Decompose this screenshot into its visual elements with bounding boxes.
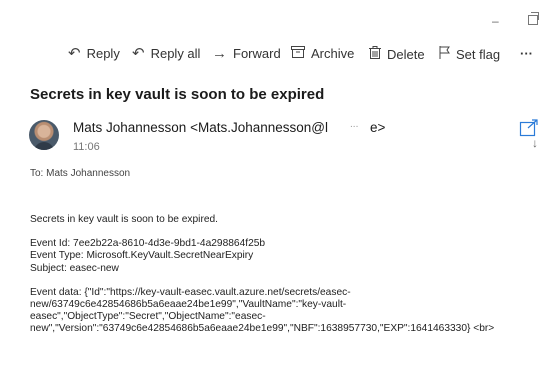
avatar[interactable] [29,120,59,150]
restore-button[interactable] [528,12,539,28]
minimize-button[interactable]: – [492,14,499,28]
redaction-dots: ... [350,119,359,130]
sender-email-suffix: e> [370,120,386,135]
reply-button[interactable]: ↶ Reply [68,46,120,61]
reply-all-button[interactable]: ↶ Reply all [132,46,200,61]
archive-label: Archive [311,46,355,61]
more-icon: ··· [520,46,533,61]
sender-email-prefix: <Mats.Johannesson@l [190,120,329,135]
sender[interactable]: Mats Johannesson <Mats.Johannesson@l... e… [73,119,386,135]
reply-label: Reply [86,46,120,61]
message-toolbar: ↶ Reply ↶ Reply all → Forward Archive De… [0,46,555,66]
to-label: To: [30,168,44,179]
arrow-down-icon[interactable]: ↓ [532,136,538,150]
reply-all-label: Reply all [150,46,201,61]
flag-icon [439,46,450,62]
event-id: Event Id: 7ee2b22a-8610-4d3e-9bd1-4a2988… [30,238,266,250]
set-flag-label: Set flag [456,46,501,62]
sender-name: Mats Johannesson [73,120,187,135]
open-in-new-icon[interactable] [519,118,539,138]
forward-button[interactable]: → Forward [212,46,281,61]
archive-icon [291,46,305,61]
event-subject: Subject: easec-new [30,262,119,274]
delete-label: Delete [387,46,425,62]
archive-button[interactable]: Archive [291,46,354,61]
recipient-line: To: Mats Johannesson [30,168,130,179]
set-flag-button[interactable]: Set flag [439,46,500,62]
trash-icon [369,46,381,62]
event-type: Event Type: Microsoft.KeyVault.SecretNea… [30,250,254,262]
delete-button[interactable]: Delete [369,46,425,62]
event-data-line: new/63749c6e42854686b5a6eaae24be1e99","V… [30,299,347,311]
event-data-line: new","Version":"63749c6e42854686b5a6eaae… [30,323,495,335]
redaction: ... [328,119,371,133]
message-subject: Secrets in key vault is soon to be expir… [30,86,325,103]
body-line: Secrets in key vault is soon to be expir… [30,214,219,225]
message-body: Secrets in key vault is soon to be expir… [30,214,545,336]
more-actions-button[interactable]: ··· [520,46,533,61]
reply-icon: ↶ [68,45,81,62]
to-value: Mats Johannesson [46,168,131,179]
event-data-line: Event data: {"Id":"https://key-vault-eas… [30,286,351,298]
forward-label: Forward [233,46,281,61]
restore-icon [528,12,539,25]
forward-icon: → [212,45,227,62]
event-data-line: easec","ObjectType":"Secret","ObjectName… [30,311,266,323]
reply-all-icon: ↶ [132,45,145,62]
message-time: 11:06 [73,141,100,153]
